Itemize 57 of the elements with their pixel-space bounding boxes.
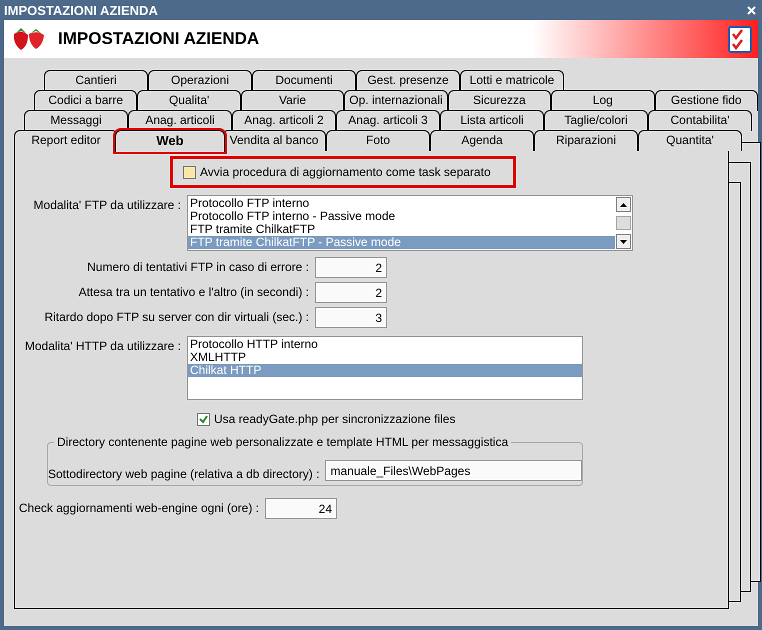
tab[interactable]: Cantieri bbox=[44, 70, 148, 91]
tab[interactable]: Qualita' bbox=[137, 90, 241, 111]
tab[interactable]: Op. internazionali bbox=[344, 90, 448, 111]
up-arrow-icon bbox=[620, 202, 627, 206]
scroll-thumb[interactable] bbox=[616, 216, 631, 230]
path-field[interactable]: manuale_Files\WebPages bbox=[325, 460, 582, 481]
list-item[interactable]: Protocollo FTP interno - Passive mode bbox=[188, 210, 615, 223]
field-label: Modalita' FTP da utilizzare : bbox=[32, 197, 182, 212]
tab[interactable]: Gest. presenze bbox=[356, 70, 460, 91]
tab[interactable]: Documenti bbox=[252, 70, 356, 91]
tab[interactable]: Web bbox=[115, 130, 225, 152]
tab[interactable]: Agenda bbox=[430, 130, 534, 151]
tab[interactable]: Lista articoli bbox=[440, 110, 544, 131]
tab[interactable]: Foto bbox=[326, 130, 430, 151]
tab[interactable]: Codici a barre bbox=[34, 90, 138, 111]
header-title: IMPOSTAZIONI AZIENDA bbox=[58, 29, 260, 49]
scroll-up-button[interactable] bbox=[616, 197, 631, 212]
field-label: Check aggiornamenti web-engine ogni (ore) : bbox=[18, 500, 260, 515]
tab[interactable]: Quantita' bbox=[638, 130, 742, 151]
down-arrow-icon bbox=[620, 240, 627, 244]
number-field[interactable]: 2 bbox=[315, 282, 387, 303]
group-title: Directory contenente pagine web personalizzate e template HTML per messaggistica bbox=[54, 435, 512, 449]
list-box[interactable]: Protocollo HTTP interno XMLHTTP Chilkat HTTP bbox=[187, 336, 583, 400]
field-label: Sottodirectory web pagine (relativa a db directory) : bbox=[48, 467, 320, 481]
tab[interactable]: Log bbox=[551, 90, 655, 111]
tab[interactable]: Varie bbox=[240, 90, 344, 111]
checkbox-label: Usa readyGate.php per sincronizzazione files bbox=[214, 412, 456, 426]
field-label: Modalita' HTTP da utilizzare : bbox=[24, 338, 182, 353]
checkbox[interactable] bbox=[197, 412, 210, 426]
tab[interactable]: Operazioni bbox=[148, 70, 252, 91]
list-item[interactable]: XMLHTTP bbox=[188, 351, 582, 364]
tab[interactable]: Riparazioni bbox=[534, 130, 638, 151]
tab[interactable]: Gestione fido bbox=[654, 90, 758, 111]
tab[interactable]: Lotti e matricole bbox=[460, 70, 564, 91]
field-label: Attesa tra un tentativo e l'altro (in secondi) : bbox=[78, 284, 310, 299]
window-title: IMPOSTAZIONI AZIENDA bbox=[4, 2, 158, 18]
list-item[interactable]: Protocollo FTP interno bbox=[188, 197, 615, 210]
tab[interactable]: Messaggi bbox=[24, 110, 128, 131]
field-label: Numero di tentativi FTP in caso di errore : bbox=[86, 259, 310, 274]
field-label: Ritardo dopo FTP su server con dir virtuali (sec.) : bbox=[43, 309, 310, 324]
scrollbar[interactable] bbox=[615, 196, 632, 250]
checkbox-label: Avvia procedura di aggiornamento come task separato bbox=[200, 165, 491, 179]
list-item[interactable]: FTP tramite ChilkatFTP bbox=[188, 223, 615, 236]
tab[interactable]: Sicurezza bbox=[448, 90, 552, 111]
list-box[interactable]: Protocollo FTP interno Protocollo FTP interno - Passive mode FTP tramite ChilkatFTP FTP tramite ChilkatFTP - Passive mode bbox=[187, 195, 633, 251]
number-field[interactable]: 2 bbox=[315, 257, 387, 278]
tab[interactable]: Contabilita' bbox=[648, 110, 752, 131]
number-field[interactable]: 3 bbox=[315, 307, 387, 328]
checklist-icon bbox=[728, 25, 752, 53]
tab[interactable]: Anag. articoli 3 bbox=[336, 110, 440, 131]
scroll-down-button[interactable] bbox=[616, 234, 631, 249]
tab[interactable]: Anag. articoli 2 bbox=[232, 110, 336, 131]
number-field[interactable]: 24 bbox=[265, 498, 337, 519]
close-icon bbox=[746, 6, 756, 14]
tab[interactable]: Taglie/colori bbox=[544, 110, 648, 131]
checkbox[interactable] bbox=[183, 166, 196, 178]
list-item[interactable]: Protocollo HTTP interno bbox=[188, 338, 582, 351]
